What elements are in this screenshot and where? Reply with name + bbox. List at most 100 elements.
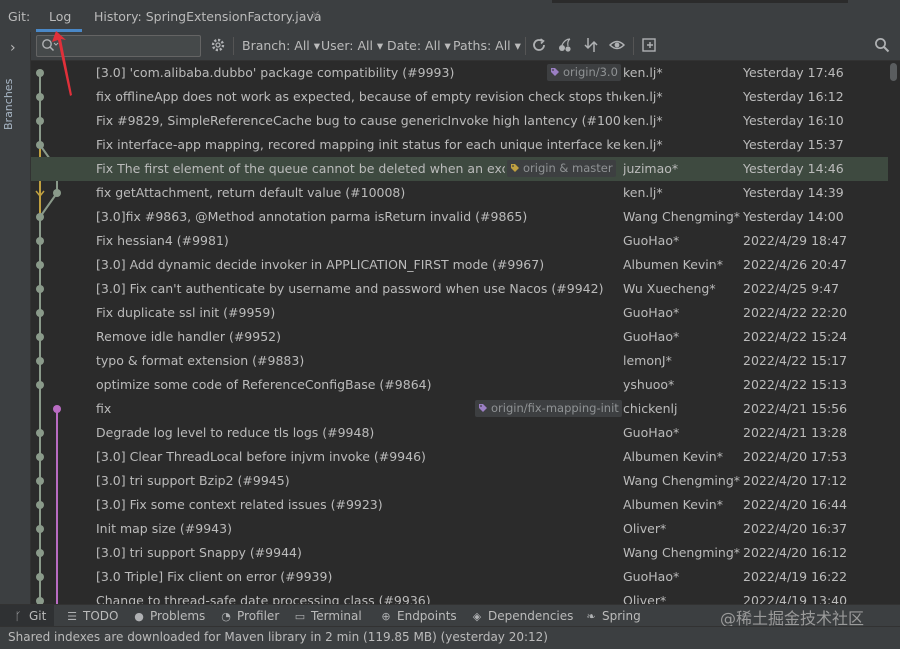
commit-row[interactable]: [3.0] tri support Bzip2 (#9945) Wang Chen… [31, 469, 888, 493]
date-filter[interactable]: Date: All ▾ [387, 38, 451, 53]
commit-author: GuoHao* [623, 233, 680, 248]
commit-subject: fix offlineApp does not work as expected… [96, 89, 621, 104]
tool-window-label: TODO [83, 609, 119, 623]
status-message[interactable]: Shared indexes are downloaded for Maven … [8, 630, 548, 644]
expand-branches-icon[interactable]: › [10, 40, 16, 56]
scrollbar-thumb[interactable] [890, 63, 897, 81]
commit-row[interactable]: [3.0] Add dynamic decide invoker in APPL… [31, 253, 888, 277]
commit-row[interactable]: Degrade log level to reduce tls logs (#9… [31, 421, 888, 445]
commit-subject: fix [96, 401, 112, 416]
commit-row[interactable]: [3.0] Fix can't authenticate by username… [31, 277, 888, 301]
tool-window-label: Problems [150, 609, 206, 623]
commit-date: Yesterday 17:46 [743, 65, 844, 80]
endpoints-icon: ⊕ [381, 610, 391, 623]
commit-author: ken.lj* [623, 113, 663, 128]
commit-row[interactable]: [3.0 Triple] Fix client on error (#9939)… [31, 565, 888, 589]
toolbar-separator [633, 37, 634, 55]
tool-window-label: Git [29, 609, 47, 623]
commit-author: GuoHao* [623, 425, 680, 440]
tool-window-dependencies[interactable]: ◈ Dependencies [471, 609, 574, 623]
commit-author: Wang Chengming* [623, 545, 741, 560]
toolbar-separator [233, 37, 234, 55]
date-filter-label: Date: All [387, 38, 441, 53]
tool-window-git[interactable]: ᚴ Git [12, 609, 47, 623]
commit-date: 2022/4/22 15:13 [743, 377, 848, 392]
commit-subject: [3.0] Add dynamic decide invoker in APPL… [96, 257, 545, 272]
tool-window-label: Spring [602, 609, 641, 623]
commit-row[interactable]: Fix interface-app mapping, recored mappi… [31, 133, 888, 157]
commit-row[interactable]: [3.0] Fix some context related issues (#… [31, 493, 888, 517]
commit-row[interactable]: Fix duplicate ssl init (#9959) GuoHao* 202… [31, 301, 888, 325]
commit-author: lemonJ* [623, 353, 672, 368]
commit-subject: optimize some code of ReferenceConfigBas… [96, 377, 432, 392]
branch-filter-label: Branch: All [242, 38, 310, 53]
commit-author: Wang Chengming* [623, 209, 741, 224]
cherry-pick-icon[interactable] [556, 37, 574, 55]
commit-author: ken.lj* [623, 89, 663, 104]
log-toolbar: Branch: All ▾ User: All ▾ Date: All ▾ Pa… [31, 32, 900, 61]
commit-row[interactable]: typo & format extension (#9883) lemonJ* 20… [31, 349, 888, 373]
search-input[interactable] [61, 38, 195, 54]
tag-icon [479, 404, 487, 412]
commit-subject: [3.0] 'com.alibaba.dubbo' package compat… [96, 65, 455, 80]
tool-window-endpoints[interactable]: ⊕ Endpoints [380, 609, 457, 623]
refresh-icon[interactable] [530, 37, 548, 55]
commit-date: 2022/4/21 13:28 [743, 425, 848, 440]
search-icon[interactable] [873, 37, 891, 55]
commit-row[interactable]: Fix #9829, SimpleReferenceCache bug to c… [31, 109, 888, 133]
tool-window-label: Endpoints [397, 609, 457, 623]
commit-date: 2022/4/20 17:12 [743, 473, 848, 488]
commit-date: 2022/4/22 15:17 [743, 353, 848, 368]
tab-history[interactable]: History: SpringExtensionFactory.java [94, 9, 322, 24]
commit-date: 2022/4/20 16:37 [743, 521, 848, 536]
vertical-scrollbar[interactable] [888, 61, 900, 604]
commit-date: Yesterday 14:46 [743, 161, 844, 176]
commit-author: yshuoo* [623, 377, 675, 392]
close-tab-icon[interactable]: × [310, 8, 321, 23]
tool-window-label: Dependencies [488, 609, 574, 623]
tool-window-todo[interactable]: ☰ TODO [66, 609, 118, 623]
tool-window-terminal[interactable]: ▭ Terminal [294, 609, 362, 623]
commit-row[interactable]: Fix The first element of the queue canno… [31, 157, 888, 181]
commit-subject: Fix #9829, SimpleReferenceCache bug to c… [96, 113, 621, 128]
commit-row[interactable]: fix getAttachment, return default value … [31, 181, 888, 205]
dependencies-icon: ◈ [472, 610, 482, 623]
commit-row[interactable]: Remove idle handler (#9952) GuoHao* 2022/4… [31, 325, 888, 349]
terminal-icon: ▭ [294, 610, 306, 623]
branch-tag[interactable]: origin & master [507, 160, 616, 177]
branches-toggle[interactable]: Branches [2, 79, 15, 130]
commit-subject: Fix interface-app mapping, recored mappi… [96, 137, 621, 152]
branch-tag[interactable]: origin/fix-mapping-init [475, 400, 622, 417]
paths-filter[interactable]: Paths: All ▾ [453, 38, 521, 53]
branch-tag[interactable]: origin/3.0 [547, 64, 621, 81]
commit-row[interactable]: Init map size (#9943) Oliver* 2022/4/20 16… [31, 517, 888, 541]
branch-filter[interactable]: Branch: All ▾ [242, 38, 320, 53]
commit-row[interactable]: fix origin/fix-mapping-init chickenlj 2022/… [31, 397, 888, 421]
eye-icon[interactable] [608, 37, 626, 55]
profiler-icon: ◔ [221, 610, 231, 623]
commit-row[interactable]: [3.0] 'com.alibaba.dubbo' package compat… [31, 61, 888, 85]
commit-log-table[interactable]: [3.0] 'com.alibaba.dubbo' package compat… [31, 61, 888, 604]
toolbar-separator [525, 37, 526, 55]
commit-row[interactable]: Fix hessian4 (#9981) GuoHao* 2022/4/29 18:… [31, 229, 888, 253]
commit-row[interactable]: Change to thread-safe date processing cl… [31, 589, 888, 604]
new-tab-icon[interactable] [640, 37, 658, 55]
commit-row[interactable]: [3.0] tri support Snappy (#9944) Wang Che… [31, 541, 888, 565]
commit-row[interactable]: [3.0]fix #9863, @Method annotation parma… [31, 205, 888, 229]
commit-row[interactable]: optimize some code of ReferenceConfigBas… [31, 373, 888, 397]
tool-window-profiler[interactable]: ◔ Profiler [220, 609, 279, 623]
collapse-expand-icon[interactable] [582, 37, 600, 55]
tool-window-problems[interactable]: ● Problems [133, 609, 205, 623]
commit-row[interactable]: [3.0] Clear ThreadLocal before injvm inv… [31, 445, 888, 469]
commit-date: 2022/4/22 15:24 [743, 329, 848, 344]
branches-side-panel: › Branches [0, 32, 31, 604]
tool-window-spring[interactable]: ❧ Spring [585, 609, 641, 623]
commit-row[interactable]: fix offlineApp does not work as expected… [31, 85, 888, 109]
branch-tag-label: origin/fix-mapping-init [491, 401, 619, 415]
commit-date: 2022/4/19 16:22 [743, 569, 848, 584]
gear-icon[interactable] [209, 37, 227, 55]
tag-icon [551, 68, 559, 76]
user-filter[interactable]: User: All ▾ [321, 38, 383, 53]
commit-subject: fix getAttachment, return default value … [96, 185, 406, 200]
commit-author: GuoHao* [623, 329, 680, 344]
